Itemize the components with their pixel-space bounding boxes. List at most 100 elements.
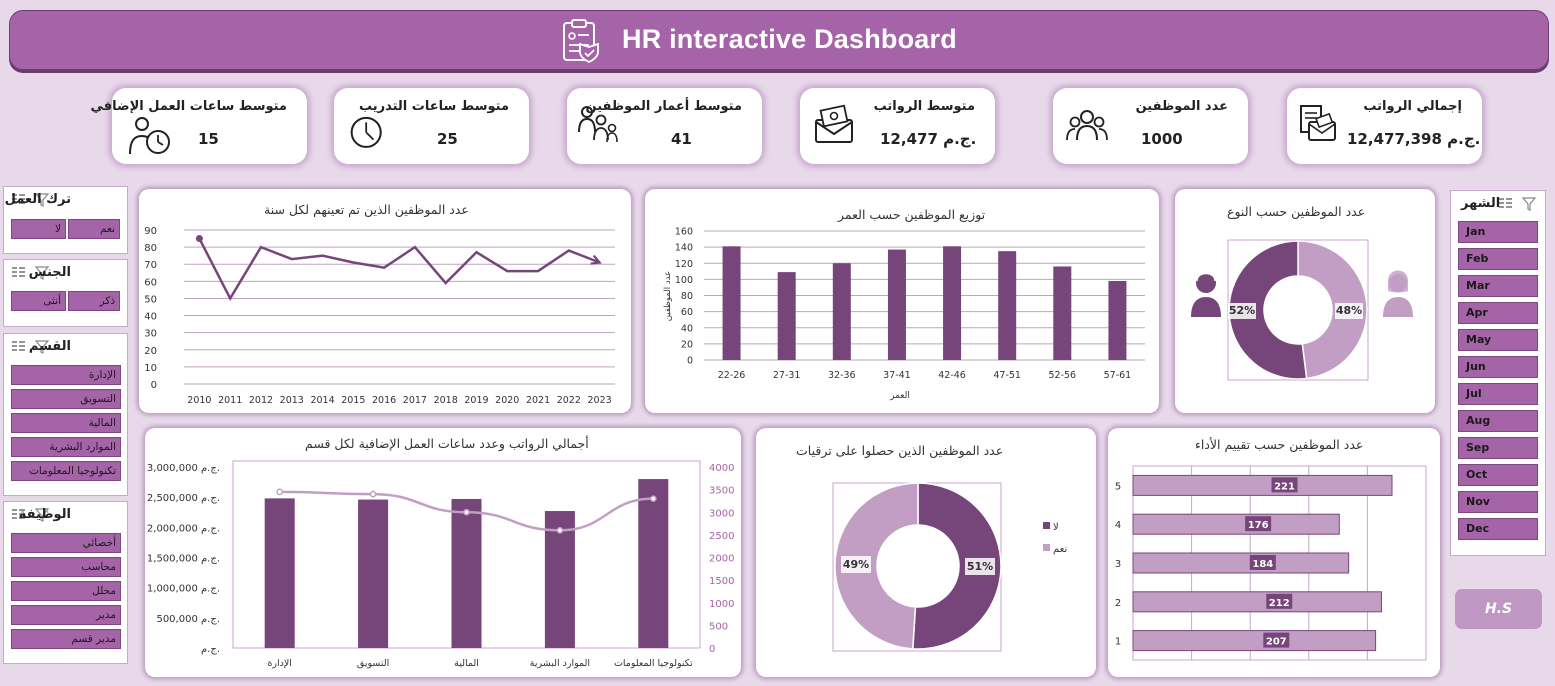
slicer-item-aug[interactable]: Aug xyxy=(1458,410,1538,432)
y-tick-label: 120 xyxy=(675,259,693,270)
age-bar-chart: 0 20 40 60 80 100 120 140 160 22-26 27-31 32-36 37-4… xyxy=(663,227,1145,401)
slicer-item-jul[interactable]: Jul xyxy=(1458,383,1538,405)
slicer-header: ترك العمل xyxy=(4,187,127,213)
worker-clock-icon xyxy=(129,117,170,155)
legend-label-no: لا xyxy=(1053,522,1059,533)
rating-bar xyxy=(1132,591,1382,613)
x-axis-label: العمر xyxy=(889,391,910,401)
slicer-item-analyst[interactable]: محلل xyxy=(11,581,121,601)
slicer-item-male[interactable]: ذكر xyxy=(68,291,120,311)
overtime-point xyxy=(463,508,470,516)
x-tick-label: الموارد البشرية xyxy=(530,658,590,669)
y-tick-label: 160 xyxy=(675,227,693,238)
slicer-item-nov[interactable]: Nov xyxy=(1458,491,1538,513)
kpi-value: 15 xyxy=(198,130,219,148)
slicer-item-hr[interactable]: الموارد البشرية xyxy=(11,437,121,457)
multiselect-filter-icons xyxy=(1499,197,1537,211)
slicer-item-sep[interactable]: Sep xyxy=(1458,437,1538,459)
data-label: 49% xyxy=(843,558,869,571)
kpi-average-salary: متوسط الرواتب 12,477 ج.م. xyxy=(800,88,995,164)
legend-swatch-no xyxy=(1043,522,1050,529)
dashboard-header: HR interactive Dashboard xyxy=(9,10,1549,70)
age-bar xyxy=(943,246,962,360)
data-label: 184 xyxy=(1252,559,1273,570)
data-label: 212 xyxy=(1269,598,1290,609)
slicer-item-feb[interactable]: Feb xyxy=(1458,248,1538,270)
y-tick-label: 40 xyxy=(681,323,693,334)
slicer-item-it[interactable]: تكنولوجيا المعلومات xyxy=(11,461,121,481)
y-tick-label: 4 xyxy=(1115,520,1121,531)
age-bar xyxy=(1053,266,1072,360)
kpi-label: متوسط الرواتب xyxy=(873,99,975,114)
y2-tick-label: 0 xyxy=(709,644,715,655)
kpi-total-salaries: إجمالي الرواتب 12,477,398 ج.م. xyxy=(1287,88,1482,164)
y-tick-label: 2,000,000 ج.م. xyxy=(147,523,220,534)
salary-bar xyxy=(638,479,669,648)
hires-per-year-panel: عدد الموظفين الذين تم تعينهم لكل سنة 0 10… xyxy=(139,189,631,413)
hires-line-chart: 0 10 20 30 40 50 60 70 80 90 2010 2011 2012 2013 2014 2… xyxy=(144,226,615,406)
overtime-point xyxy=(649,495,657,503)
y2-tick-label: 3000 xyxy=(709,508,734,519)
slicer-item-manager[interactable]: مدير xyxy=(11,605,121,625)
x-tick-label: 57-61 xyxy=(1104,370,1132,381)
slicer-item-may[interactable]: May xyxy=(1458,329,1538,351)
slicer-department[interactable]: القسم الإدارة التسويق المالية الموارد ال… xyxy=(3,333,128,496)
slicer-item-no[interactable]: لا xyxy=(11,219,66,239)
age-bar xyxy=(1108,280,1127,360)
x-tick-label: 2016 xyxy=(372,395,396,406)
slicer-item-apr[interactable]: Apr xyxy=(1458,302,1538,324)
x-tick-label: تكنولوجيا المعلومات xyxy=(614,658,693,669)
slicer-item-specialist[interactable]: أخصائي xyxy=(11,533,121,553)
slicer-header: القسم xyxy=(4,334,127,360)
salary-bar xyxy=(358,499,389,648)
x-tick-label: 2014 xyxy=(310,395,334,406)
salary-bar xyxy=(451,498,482,648)
slicer-job[interactable]: الوظيفة أخصائي محاسب محلل مدير مدير قسم xyxy=(3,501,128,664)
slicer-title: الجنس xyxy=(28,265,71,280)
x-tick-label: 2010 xyxy=(187,395,211,406)
y2-tick-label: 500 xyxy=(709,621,728,632)
slicer-title: الوظيفة xyxy=(18,507,71,522)
slicer-item-female[interactable]: أنثى xyxy=(11,291,66,311)
slicer-item-administration[interactable]: الإدارة xyxy=(11,365,121,385)
y-tick-label: 2 xyxy=(1115,598,1121,609)
slicer-item-oct[interactable]: Oct xyxy=(1458,464,1538,486)
slicer-title: القسم xyxy=(28,339,71,354)
slicer-title: الشهر xyxy=(1461,196,1501,211)
male-icon xyxy=(1191,272,1221,317)
x-tick-label: 2017 xyxy=(403,395,427,406)
kpi-average-training-hours: متوسط ساعات التدريب 25 xyxy=(334,88,529,164)
slicer-item-yes[interactable]: نعم xyxy=(68,219,120,239)
y-tick-label: 90 xyxy=(144,226,157,237)
data-label: 51% xyxy=(967,560,993,573)
slicer-item-jan[interactable]: Jan xyxy=(1458,221,1538,243)
y-tick-label: 0 xyxy=(151,380,157,391)
x-tick-label: 2018 xyxy=(434,395,458,406)
legend-swatch-yes xyxy=(1043,544,1050,551)
x-tick-label: 2023 xyxy=(588,395,612,406)
slicer-item-dec[interactable]: Dec xyxy=(1458,518,1538,540)
age-bar xyxy=(998,251,1017,360)
slicer-item-accountant[interactable]: محاسب xyxy=(11,557,121,577)
slicer-gender[interactable]: الجنس ذكر أنثى xyxy=(3,259,128,327)
data-label: 207 xyxy=(1266,637,1287,648)
rating-bar xyxy=(1132,474,1393,496)
y-tick-label: 1 xyxy=(1115,637,1121,648)
slicer-item-jun[interactable]: Jun xyxy=(1458,356,1538,378)
slicer-item-mar[interactable]: Mar xyxy=(1458,275,1538,297)
x-tick-label: 2022 xyxy=(557,395,581,406)
slicer-item-department-manager[interactable]: مدير قسم xyxy=(11,629,121,649)
data-label: 176 xyxy=(1248,520,1269,531)
family-age-icon xyxy=(578,106,618,143)
slicer-item-finance[interactable]: المالية xyxy=(11,413,121,433)
kpi-label: متوسط ساعات العمل الإضافي xyxy=(90,99,287,114)
performance-rating-bar-chart: 5 221 4 176 3 184 2 212 1 207 xyxy=(1115,465,1427,661)
kpi-value: 25 xyxy=(437,130,458,148)
y-tick-label: 1,000,000 ج.م. xyxy=(147,584,220,595)
gender-donut-chart: 52% 48% xyxy=(1191,239,1413,381)
y-tick-label: 5 xyxy=(1115,481,1121,492)
kpi-average-overtime-hours: متوسط ساعات العمل الإضافي 15 xyxy=(90,88,307,164)
slicer-item-marketing[interactable]: التسويق xyxy=(11,389,121,409)
gender-panel: عدد الموظفين حسب النوع 52% 48% xyxy=(1175,189,1435,413)
slicer-attrition[interactable]: ترك العمل نعم لا xyxy=(3,186,128,254)
